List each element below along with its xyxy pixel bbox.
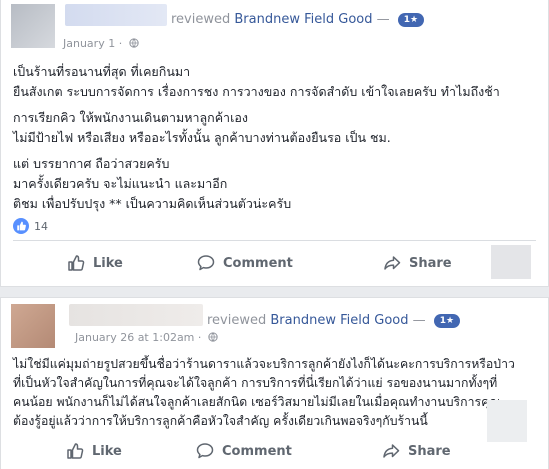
post-date[interactable]: January 1 · — [63, 37, 139, 50]
review-text: เป็นร้านที่รอนานที่สุด ที่เคยกินมา ยืนสั… — [13, 62, 500, 214]
reviewer-name-redacted[interactable] — [65, 4, 167, 26]
thumbs-up-icon — [68, 255, 85, 271]
globe-icon — [129, 38, 139, 48]
redacted-thumbnail — [491, 245, 531, 279]
date-text[interactable]: January 1 · — [63, 37, 122, 50]
review-line: การเรียกคิว ให้พนักงานเดินตามหาลูกค้าเอง — [13, 110, 248, 125]
like-button[interactable]: Like — [66, 442, 122, 460]
reviewed-label: reviewed — [171, 12, 231, 27]
comment-button[interactable]: Comment — [196, 442, 292, 460]
like-label[interactable]: Like — [92, 444, 122, 459]
review-text: ไม่ใช่มีแค่มุมถ่ายรูปสวยขึ้นชื่อว่าร้านด… — [13, 355, 515, 431]
review-line: คนน้อย พนักงานก็ไม่ได้สนใจลูกค้าเลยสักนิ… — [13, 395, 501, 409]
review-line: มาครั้งเดียวครับ จะไม่แนะนำ และมาอีก — [13, 176, 228, 191]
comment-icon — [197, 255, 215, 271]
rating-badge[interactable]: 1★ — [397, 13, 425, 27]
share-button[interactable]: Share — [382, 442, 451, 460]
share-label[interactable]: Share — [408, 444, 451, 459]
like-reaction-icon — [13, 218, 29, 234]
review-line: ยืนสังเกต ระบบการจัดการ เรื่องการชง การว… — [13, 84, 500, 99]
page-name-link[interactable]: Brandnew Field Good — [234, 12, 372, 27]
review-line: ไม่มีป้ายไฟ หรือเสียง หรืออะไรทั้งนั้น ล… — [13, 130, 391, 145]
comment-label[interactable]: Comment — [222, 444, 292, 459]
reviewer-name-redacted[interactable] — [69, 304, 203, 326]
review-header: reviewed Brandnew Field Good — 1★ — [207, 313, 461, 328]
share-label[interactable]: Share — [409, 256, 452, 271]
globe-icon — [208, 332, 218, 342]
redacted-thumbnail — [487, 400, 527, 442]
reaction-summary[interactable]: 14 — [13, 218, 48, 234]
review-card: reviewed Brandnew Field Good — 1★ Januar… — [0, 0, 549, 287]
like-button[interactable]: Like — [67, 254, 123, 272]
thumbs-up-icon — [67, 443, 84, 459]
comment-label[interactable]: Comment — [223, 256, 293, 271]
avatar[interactable] — [11, 304, 55, 348]
post-date[interactable]: January 26 at 1:02am · — [75, 331, 218, 344]
review-line: ต้องรู้อยู่แล้วว่าการให้บริการลูกค้าคือห… — [13, 414, 428, 428]
comment-icon — [196, 443, 214, 459]
review-line: ไม่ใช่มีแค่มุมถ่ายรูปสวยขึ้นชื่อว่าร้านด… — [13, 357, 515, 371]
share-button[interactable]: Share — [383, 254, 452, 272]
page-name-link[interactable]: Brandnew Field Good — [270, 313, 408, 328]
review-line: เป็นร้านที่รอนานที่สุด ที่เคยกินมา — [13, 64, 191, 79]
review-line: ติชม เพื่อปรับปรุง ** เป็นความคิดเห็นส่ว… — [13, 196, 292, 211]
reviewed-label: reviewed — [207, 313, 267, 328]
review-line: ที่เป็นหัวใจสำคัญในการที่คุณจะได้ใจลูกค้… — [13, 376, 498, 390]
divider — [13, 240, 536, 241]
share-icon — [384, 256, 401, 270]
like-label[interactable]: Like — [93, 256, 123, 271]
date-text[interactable]: January 26 at 1:02am · — [75, 331, 201, 344]
avatar[interactable] — [11, 4, 55, 48]
separator: — — [376, 12, 390, 27]
separator: — — [412, 313, 426, 328]
review-line: แต่ บรรยากาศ ถือว่าสวยครับ — [13, 156, 170, 171]
rating-badge[interactable]: 1★ — [433, 314, 461, 328]
review-header: reviewed Brandnew Field Good — 1★ — [171, 12, 425, 27]
reaction-count[interactable]: 14 — [34, 220, 48, 233]
comment-button[interactable]: Comment — [197, 254, 293, 272]
share-icon — [383, 444, 400, 458]
